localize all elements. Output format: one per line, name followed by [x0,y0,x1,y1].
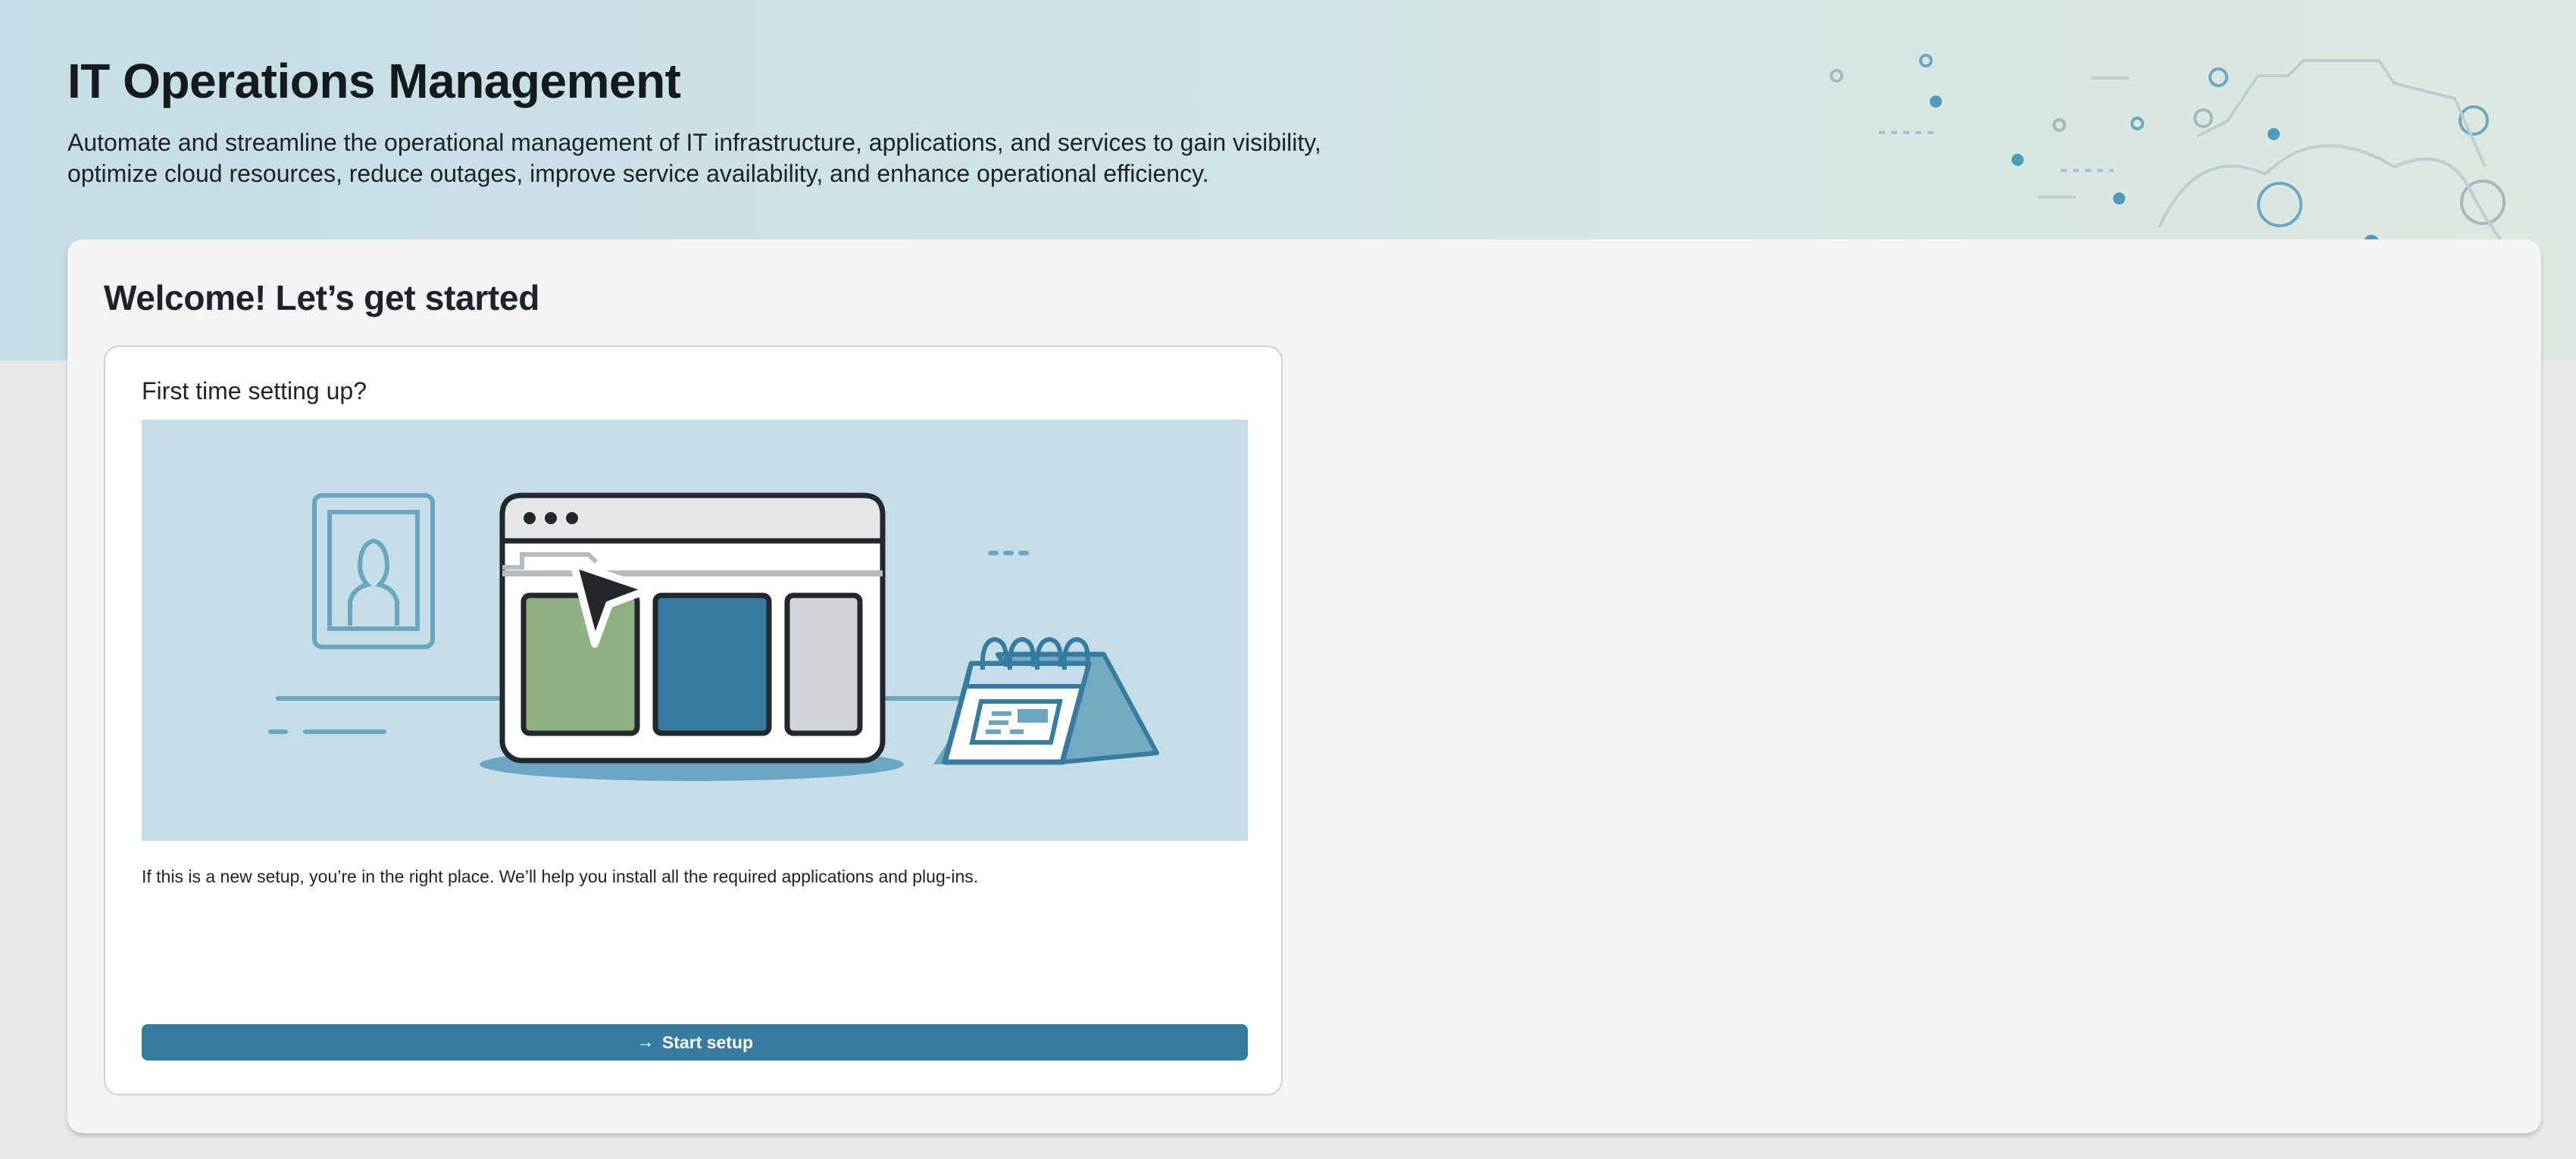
arrow-right-icon: → [636,1032,655,1052]
setup-illustration [142,420,1248,841]
setup-card-description: If this is a new setup, you’re in the ri… [142,867,979,886]
calendar-icon [933,636,1159,765]
browser-window-icon [499,492,886,764]
setup-card: First time setting up? If this is a new … [104,345,1283,1095]
page-title: IT Operations Management [67,54,681,108]
start-setup-button[interactable]: → Start setup [142,1024,1248,1061]
browser-setup-illustration [268,492,1159,781]
setup-card-heading: First time setting up? [142,377,367,405]
decorative-network-graphic [1830,54,2509,251]
page-description: Automate and streamline the operational … [67,129,1321,187]
start-setup-label: Start setup [661,1032,754,1052]
welcome-heading: Welcome! Let’s get started [104,278,540,317]
user-card-icon [312,493,435,649]
welcome-panel: Welcome! Let’s get started First time se… [67,239,2541,1133]
